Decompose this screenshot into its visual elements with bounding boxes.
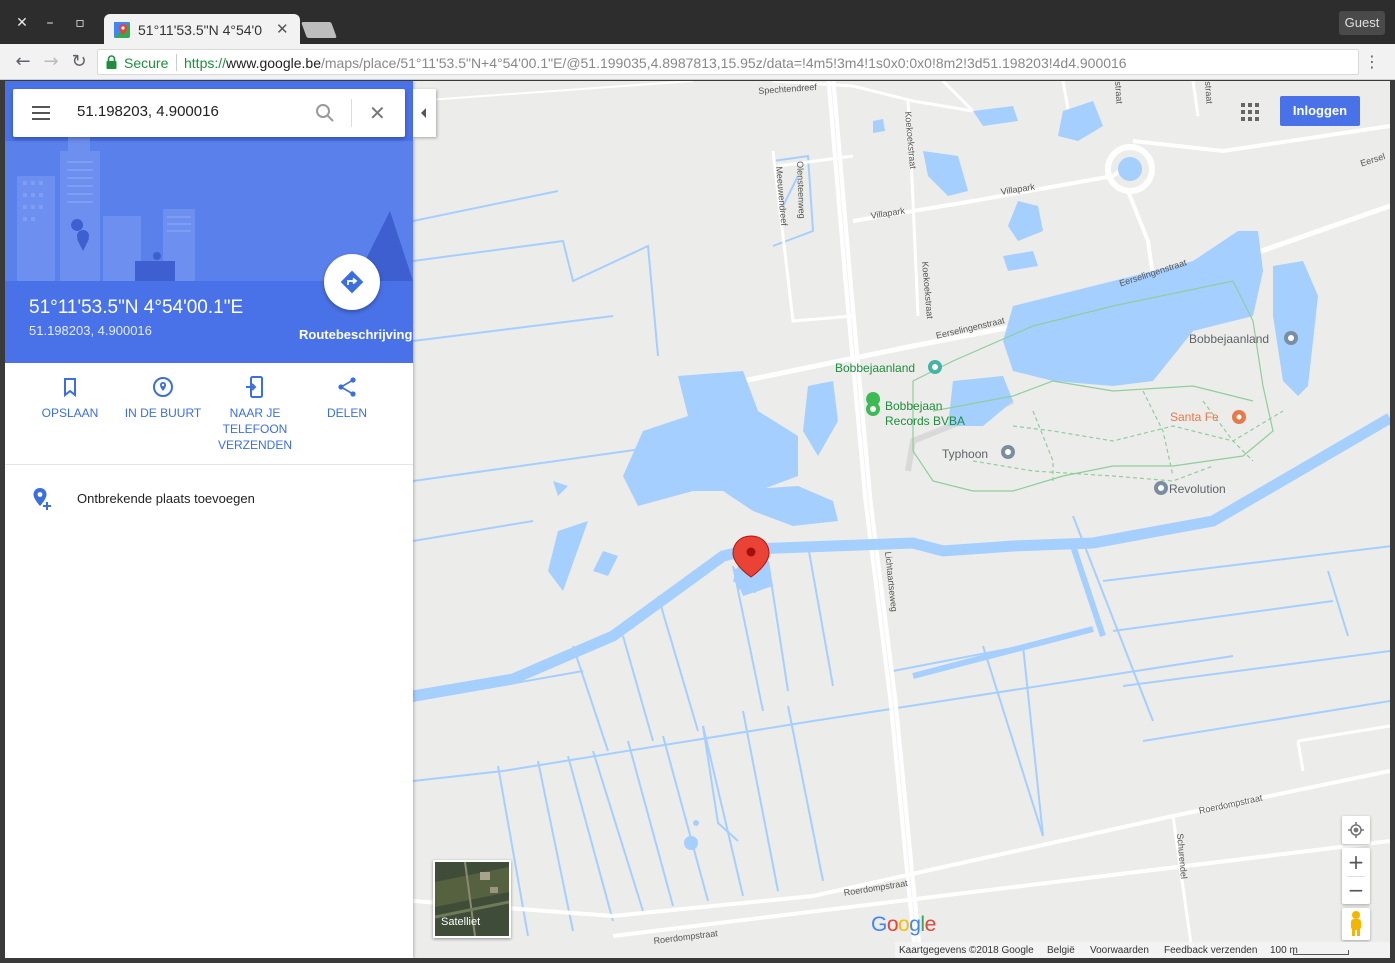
poi-label-records-line1[interactable]: Bobbejaan: [885, 399, 942, 413]
nearby-button[interactable]: IN DE BUURT: [123, 375, 203, 421]
nearby-icon: [153, 377, 173, 397]
new-tab-button[interactable]: [301, 22, 337, 38]
google-logo: Google: [871, 913, 936, 936]
collapse-arrow-icon: [421, 108, 426, 118]
place-title: 51°11'53.5"N 4°54'00.1"E: [29, 297, 244, 318]
my-location-button[interactable]: [1342, 816, 1370, 844]
address-bar[interactable]: Secure https://www.google.be/maps/place/…: [97, 49, 1359, 75]
search-separator: [351, 99, 352, 127]
maps-content: Bobbejaanland Bobbejaanland Bobbejaan Re…: [5, 81, 1390, 958]
pegman-icon: [1351, 911, 1361, 936]
url-text: https://www.google.be/maps/place/51°11'5…: [184, 55, 1127, 71]
apps-grid-icon[interactable]: [1241, 103, 1259, 121]
lakes: [548, 101, 1318, 850]
canal-branch: [912, 545, 1106, 679]
map-canvas[interactable]: Bobbejaanland Bobbejaanland Bobbejaan Re…: [413, 81, 1390, 958]
road-label-straat-1: straat: [1113, 81, 1125, 105]
tab-close-icon[interactable]: ✕: [276, 20, 289, 38]
zoom-in-button[interactable]: +: [1342, 848, 1370, 876]
search-box: ✕: [13, 89, 405, 137]
my-location-icon: [1348, 822, 1364, 838]
send-to-phone-icon: [246, 376, 263, 398]
browser-window: ✕ – ▫ 51°11'53.5"N 4°54'0 ✕ Guest ← → ↻ …: [0, 0, 1395, 963]
street-view-pegman[interactable]: [1342, 908, 1370, 940]
poi-label-santafe[interactable]: Santa Fe: [1170, 410, 1219, 424]
place-actions: OPSLAAN IN DE BUURT NAAR JE TELEFOON VER…: [5, 363, 413, 465]
directions-button[interactable]: [324, 254, 380, 310]
send-to-phone-label: NAAR JE TELEFOON VERZENDEN: [217, 406, 292, 452]
back-arrow-icon[interactable]: ←: [12, 51, 34, 73]
url-host: www.google.be: [226, 55, 321, 71]
maximize-window-icon[interactable]: ▫: [69, 12, 91, 34]
terms-link[interactable]: Voorwaarden: [1090, 945, 1149, 956]
zoom-controls: + −: [1342, 848, 1370, 904]
copyright-text: Kaartgegevens ©2018 Google: [899, 945, 1034, 956]
lock-icon: [106, 55, 117, 69]
scale-bar: [1293, 950, 1349, 955]
browser-tab[interactable]: 51°11'53.5"N 4°54'0 ✕: [104, 14, 300, 46]
poi-label-bobbejaanland-park[interactable]: Bobbejaanland: [1189, 332, 1269, 346]
browser-toolbar: ← → ↻ Secure https://www.google.be/maps/…: [0, 44, 1395, 80]
park-paths: [972, 390, 1284, 482]
nearby-label: IN DE BUURT: [124, 406, 202, 420]
directions-icon: [340, 270, 364, 294]
side-panel: 51°11'53.5"N 4°54'00.1"E 51.198203, 4.90…: [5, 81, 413, 958]
login-button[interactable]: Inloggen: [1280, 96, 1360, 126]
title-bar: ✕ – ▫ 51°11'53.5"N 4°54'0 ✕ Guest: [0, 0, 1395, 46]
map-footer: Kaartgegevens ©2018 Google België Voorwa…: [895, 942, 1390, 958]
add-place-label: Ontbrekende plaats toevoegen: [77, 491, 255, 506]
minimize-window-icon[interactable]: –: [39, 12, 61, 34]
forward-arrow-icon[interactable]: →: [40, 51, 62, 73]
share-label: DELEN: [326, 406, 367, 420]
satellite-toggle[interactable]: Satelliet: [433, 860, 511, 938]
add-place-icon: [33, 488, 51, 510]
feedback-link[interactable]: Feedback verzenden: [1164, 945, 1257, 956]
country-link[interactable]: België: [1047, 945, 1075, 956]
reload-icon[interactable]: ↻: [68, 51, 90, 73]
save-label: OPSLAAN: [41, 406, 99, 420]
menu-hamburger-icon[interactable]: [32, 106, 50, 120]
maps-favicon-icon: [114, 22, 130, 38]
search-input[interactable]: [77, 103, 297, 120]
clear-search-icon[interactable]: ✕: [369, 101, 386, 125]
bookmark-icon: [64, 378, 76, 398]
url-path: /maps/place/51°11'53.5"N+4°54'00.1"E/@51…: [320, 55, 1127, 71]
zoom-out-button[interactable]: −: [1342, 876, 1370, 904]
poi-label-bobbejaanland-pin[interactable]: Bobbejaanland: [835, 361, 915, 375]
share-icon: [338, 377, 356, 397]
url-scheme: https://: [184, 55, 227, 71]
poi-label-typhoon[interactable]: Typhoon: [942, 447, 988, 461]
satellite-label: Satelliet: [441, 916, 481, 928]
poi-label-revolution[interactable]: Revolution: [1169, 482, 1226, 496]
collapse-panel-button[interactable]: [413, 89, 436, 137]
road-label-olensteenweg: Olensteenweg: [795, 161, 808, 219]
close-window-icon[interactable]: ✕: [11, 12, 33, 34]
secure-label: Secure: [124, 55, 169, 71]
share-button[interactable]: DELEN: [319, 375, 375, 421]
tab-title: 51°11'53.5"N 4°54'0: [138, 22, 263, 38]
browser-menu-icon[interactable]: ⋮: [1364, 52, 1380, 71]
add-missing-place[interactable]: Ontbrekende plaats toevoegen: [5, 481, 413, 517]
road-label-straat-2: straat: [1203, 81, 1215, 105]
directions-label[interactable]: Routebeschrijving: [299, 327, 412, 342]
search-icon[interactable]: [315, 103, 335, 123]
save-button[interactable]: OPSLAAN: [39, 375, 101, 421]
poi-label-records-line2[interactable]: Records BVBA: [885, 414, 965, 428]
guest-profile-button[interactable]: Guest: [1339, 11, 1385, 35]
place-subtitle: 51.198203, 4.900016: [29, 323, 152, 338]
send-to-phone-button[interactable]: NAAR JE TELEFOON VERZENDEN: [217, 375, 293, 453]
address-separator: [176, 54, 177, 71]
